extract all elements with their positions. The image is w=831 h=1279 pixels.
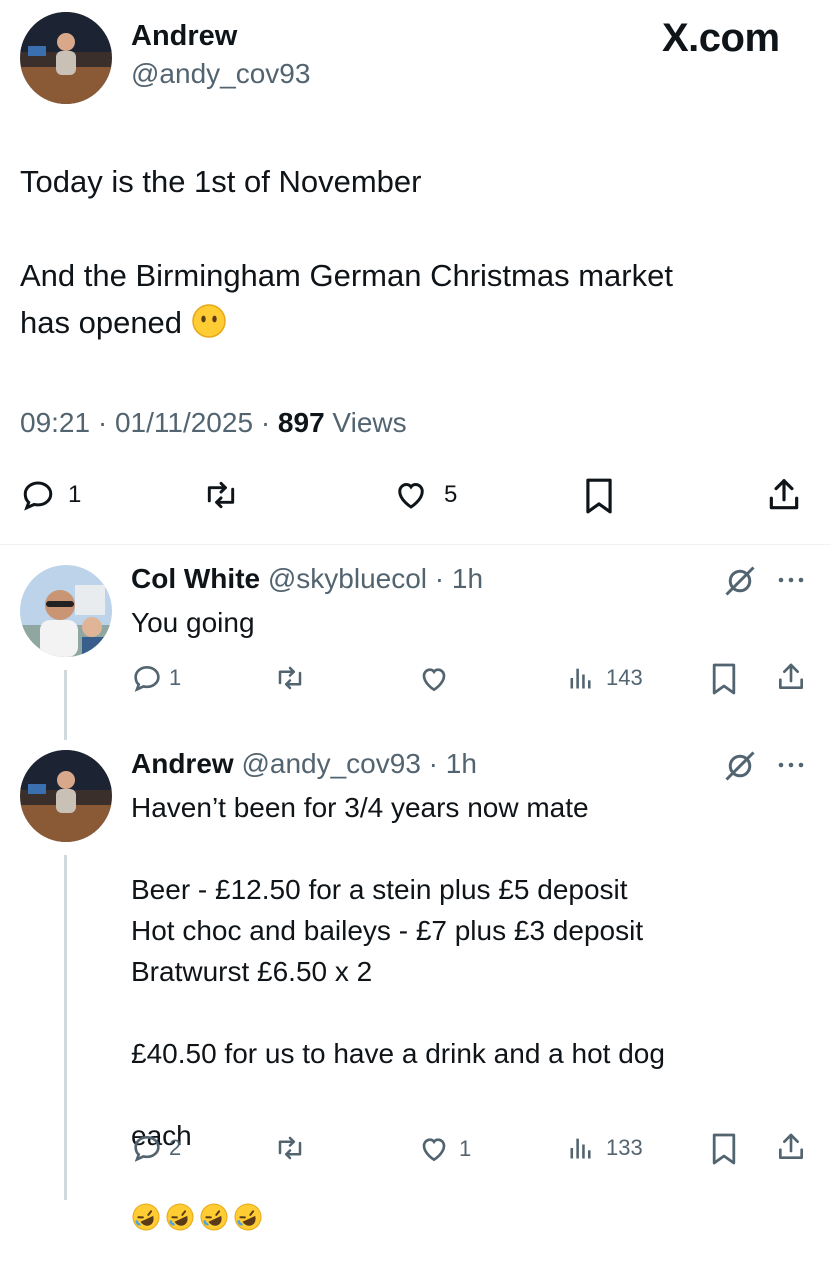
post-text: Today is the 1st of November And the Bir… [20, 158, 673, 346]
reply2-header: Andrew @andy_cov93 · 1h [131, 748, 477, 780]
reply2-time[interactable]: 1h [446, 748, 477, 779]
grok-icon [722, 748, 758, 784]
more-button[interactable] [776, 570, 806, 590]
grok-button[interactable] [722, 748, 758, 784]
reply2-text-block: Haven’t been for 3/4 years now mate Beer… [131, 787, 811, 1279]
bookmark-icon [710, 1132, 738, 1166]
reply-button[interactable]: 1 [20, 477, 81, 513]
thread-line [64, 670, 67, 740]
bookmark-button[interactable] [582, 477, 616, 515]
post-date[interactable]: 01/11/2025 [115, 407, 253, 438]
meta-dot: · [97, 407, 115, 438]
reply2-like-count: 1 [459, 1136, 472, 1161]
post-text-line1: Today is the 1st of November [20, 164, 422, 199]
reply1-avatar[interactable] [20, 565, 112, 657]
rofl-emoji [233, 1202, 263, 1232]
rofl-emoji [199, 1202, 229, 1232]
reply2-text: Haven’t been for 3/4 years now mate Beer… [131, 792, 665, 1069]
reply1-header: Col White @skybluecol · 1h [131, 563, 483, 595]
reply2-avatar[interactable] [20, 750, 112, 842]
more-icon [776, 570, 806, 590]
rofl-emojis [131, 1202, 267, 1233]
x-logo-text: X.com [662, 16, 780, 60]
more-button[interactable] [776, 755, 806, 775]
share-icon [775, 1130, 807, 1164]
reply2-text-last-line: each [131, 1074, 811, 1279]
reply2-views-count: 133 [606, 1135, 643, 1160]
rofl-emoji [165, 1202, 195, 1232]
share-button[interactable] [765, 475, 803, 515]
reply2-repost-button[interactable] [273, 1133, 307, 1163]
reply1-like-button[interactable] [417, 663, 451, 695]
share-icon [765, 475, 803, 515]
like-count: 5 [444, 481, 458, 508]
site-logo: X.com [662, 16, 780, 61]
reply1-time[interactable]: 1h [452, 563, 483, 594]
reply-icon [131, 662, 163, 694]
bookmark-icon [582, 477, 616, 515]
reply-icon [131, 1132, 163, 1164]
reply1-repost-button[interactable] [273, 663, 307, 693]
views-icon [566, 1134, 596, 1162]
reply1-views-button[interactable]: 143 [566, 664, 643, 692]
author-name[interactable]: Andrew [131, 20, 237, 53]
reply1-handle[interactable]: @skybluecol [268, 563, 427, 594]
main-avatar[interactable] [20, 12, 112, 104]
like-icon [392, 477, 430, 513]
reply2-handle[interactable]: @andy_cov93 [241, 748, 420, 779]
reply-count: 1 [68, 481, 82, 508]
post-meta: 09:21 · 01/11/2025 · 897 Views [20, 407, 407, 439]
post-text-line3: has opened [20, 305, 183, 340]
share-icon [775, 660, 807, 694]
reply1-views-count: 143 [606, 665, 643, 690]
repost-icon [273, 1133, 307, 1163]
reply1-reply-button[interactable]: 1 [131, 662, 181, 694]
reply-icon [20, 477, 56, 513]
reply2-reply-count: 2 [169, 1135, 182, 1160]
rofl-emoji [131, 1202, 161, 1232]
views-label: Views [332, 407, 407, 438]
grok-button[interactable] [722, 563, 758, 599]
reply2-author-name[interactable]: Andrew [131, 748, 234, 779]
meta-dot: · [427, 563, 452, 594]
thread-line [64, 855, 67, 1200]
meta-dot: · [420, 748, 446, 779]
post-time[interactable]: 09:21 [20, 407, 90, 438]
reply1-reply-count: 1 [169, 665, 182, 690]
bookmark-icon [710, 662, 738, 696]
post-text-line2: And the Birmingham German Christmas mark… [20, 258, 673, 293]
reply1-author-name[interactable]: Col White [131, 563, 260, 594]
post-text-line3-wrap: has opened [20, 299, 673, 346]
reply2-share-button[interactable] [775, 1130, 807, 1164]
reply2-views-button[interactable]: 133 [566, 1134, 643, 1162]
like-icon [417, 663, 451, 695]
reply1-bookmark-button[interactable] [710, 662, 738, 696]
views-count: 897 [277, 407, 325, 438]
repost-button[interactable] [202, 477, 240, 513]
views-icon [566, 664, 596, 692]
reply1-text: You going [131, 607, 255, 638]
repost-icon [202, 477, 240, 513]
divider [0, 544, 831, 545]
like-button[interactable]: 5 [392, 477, 457, 513]
repost-icon [273, 663, 307, 693]
reply1-share-button[interactable] [775, 660, 807, 694]
reply2-reply-button[interactable]: 2 [131, 1132, 181, 1164]
more-icon [776, 755, 806, 775]
grok-icon [722, 563, 758, 599]
like-icon [417, 1133, 451, 1165]
author-handle[interactable]: @andy_cov93 [131, 58, 310, 90]
reply2-like-button[interactable]: 1 [417, 1133, 471, 1165]
meta-dot: · [260, 407, 278, 438]
reply2-bookmark-button[interactable] [710, 1132, 738, 1166]
no-mouth-face-emoji [191, 303, 227, 339]
